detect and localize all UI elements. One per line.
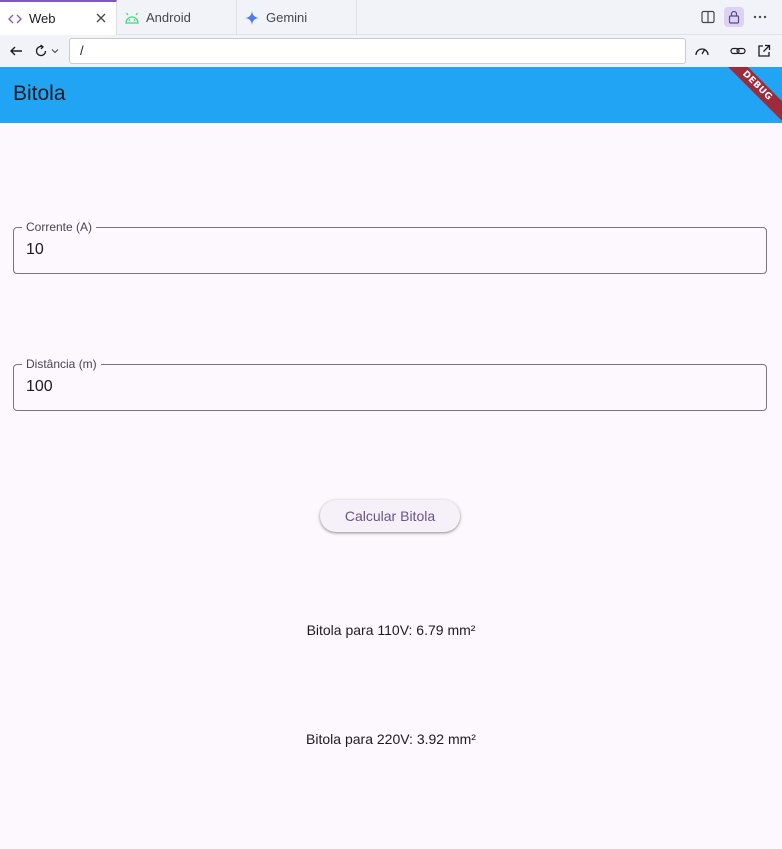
result-110v: Bitola para 110V: 6.79 mm²	[306, 622, 476, 638]
tab-label: Android	[146, 10, 191, 25]
page-title: Bitola	[13, 82, 66, 105]
chevron-down-icon[interactable]	[50, 43, 60, 59]
calculate-button[interactable]: Calcular Bitola	[320, 500, 460, 532]
distance-field-value[interactable]: 100	[26, 377, 53, 397]
open-external-icon[interactable]	[756, 43, 772, 59]
app-bar: Bitola DEBUG	[0, 67, 782, 123]
tab-android[interactable]: Android	[117, 0, 237, 35]
split-view-icon[interactable]	[700, 9, 716, 25]
tab-label: Gemini	[266, 10, 308, 25]
gemini-sparkle-icon	[244, 10, 260, 26]
debug-banner: DEBUG	[713, 67, 782, 123]
lock-icon[interactable]	[724, 7, 744, 27]
tab-label: Web	[29, 11, 56, 26]
current-field-value[interactable]: 10	[26, 240, 44, 260]
distance-field-label: Distância (m)	[22, 356, 101, 372]
reload-icon[interactable]	[33, 43, 49, 59]
speedometer-icon[interactable]	[694, 43, 710, 59]
android-icon	[124, 10, 140, 26]
close-tab-icon[interactable]	[94, 11, 108, 25]
browser-tab-bar: Web Android Gemini	[0, 0, 782, 35]
url-input[interactable]: /	[69, 38, 686, 64]
more-options-icon[interactable]	[752, 9, 768, 25]
result-220v: Bitola para 220V: 3.92 mm²	[306, 731, 476, 747]
current-field-label: Corrente (A)	[22, 219, 97, 235]
link-icon[interactable]	[730, 43, 746, 59]
code-icon	[7, 11, 23, 27]
distance-field[interactable]: Distância (m) 100	[13, 356, 767, 411]
tab-gemini[interactable]: Gemini	[237, 0, 357, 35]
back-icon[interactable]	[8, 43, 24, 59]
current-field[interactable]: Corrente (A) 10	[13, 219, 767, 274]
tab-web[interactable]: Web	[0, 0, 117, 35]
address-bar: /	[0, 35, 782, 67]
